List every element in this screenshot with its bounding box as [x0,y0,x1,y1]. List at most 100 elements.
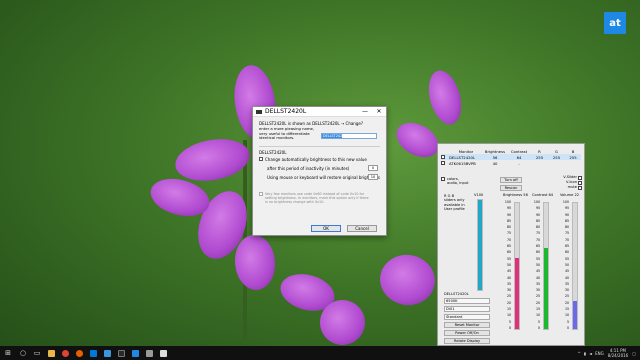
table-header: Monitor Brightness Contrast R G B [441,148,581,154]
task-view-icon[interactable]: ▭ [30,346,44,360]
brightness-slider-fill [515,258,519,329]
colors-checkbox[interactable] [441,177,445,181]
monitor-table: Monitor Brightness Contrast R G B DELLST… [441,148,581,166]
col-g: G [555,148,558,154]
rotate-display-button[interactable]: Rotate Display [444,338,490,344]
row-contrast: - [518,160,520,166]
search-icon[interactable]: ○ [16,346,30,360]
row-b: 255 [569,154,577,160]
rescan-button[interactable]: Rescan [500,185,522,191]
code-0x60-row: Very few monitors use code 0x60 instead … [259,191,380,205]
col-monitor: Monitor [458,148,474,154]
row-brightness: 56 [492,154,498,160]
wallpaper-petal [423,67,467,128]
volume-icon[interactable]: ◄ [589,351,592,356]
addictivetips-logo: at [604,12,626,34]
close-button[interactable]: ✕ [372,108,386,115]
tick-label: 0 [537,325,540,330]
row-monitor: DELLST2420L [449,154,476,160]
tray-chevron-icon[interactable]: ^ [577,351,580,356]
chrome-icon[interactable] [58,346,72,360]
network-icon[interactable]: ▮ [584,351,586,356]
audio-volume-slider[interactable] [572,202,578,330]
rgb-note: R G B sliders only available in User pro… [444,194,465,212]
table-row[interactable]: ATK0615BVPB 40 - [441,160,581,166]
media-icon[interactable] [114,346,128,360]
mode-select[interactable]: Standard [444,314,490,320]
volume-slider-fill [478,200,482,290]
auto-brightness-checkbox[interactable] [259,157,263,162]
cancel-button[interactable]: Cancel [347,225,377,232]
notifications-icon[interactable]: ▢ [632,351,636,356]
language-indicator[interactable]: ENG [595,351,604,356]
edge-icon[interactable] [128,346,142,360]
volume-label: V100 [474,193,484,197]
power-button[interactable]: Power Off/On [444,330,490,336]
volume-slider[interactable] [477,199,483,291]
inactivity-minutes[interactable]: 10 [368,174,378,180]
table-row[interactable]: DELLST2420L 56 64 255 255 255 [441,154,581,160]
v-icon-checkbox[interactable] [578,181,582,185]
v-slider-label: V-Slider [563,175,577,179]
device-label: DELLST2420L [444,292,469,296]
col-b: B [571,148,575,154]
minimize-button[interactable]: — [358,108,372,115]
contrast-slider[interactable] [543,202,549,330]
system-tray: ^ ▮ ◄ ENG 4:11 PM 8/24/2016 ▢ [577,346,636,360]
monitor-control-panel: Monitor Brightness Contrast R G B DELLST… [437,143,585,346]
auto-brightness-value[interactable]: 0 [368,165,378,171]
row-r: 255 [535,154,544,160]
change-link[interactable]: Change? [346,121,363,126]
auto-brightness-row: Change automatically brightness to this … [259,157,380,162]
code-0x60-checkbox[interactable] [259,191,263,196]
input-select[interactable]: DVI1 [444,306,490,312]
store-icon[interactable] [86,346,100,360]
clock-date: 8/24/2016 [607,353,629,358]
clock[interactable]: 4:11 PM 8/24/2016 [608,348,629,358]
monitor-icon [256,109,262,114]
wallpaper-petal [172,133,253,187]
contrast-ticks: 100 95 90 85 80 75 70 65 60 55 50 45 40 35 30 25 20 15 10 5… [531,199,540,331]
wallpaper-petal [320,300,365,345]
turn-off-button[interactable]: Turn off [500,177,522,183]
monitor-name-value: DELLST2420L [322,134,347,138]
code-0x60-note: Very few monitors use code 0x60 instead … [265,191,369,205]
tick-label: 0 [508,325,511,330]
audio-volume-slider-fill [573,301,577,329]
ok-button[interactable]: OK [311,225,341,232]
mute-checkbox[interactable] [578,186,582,190]
contrast-slider-fill [544,248,548,329]
reset-monitor-button[interactable]: Reset Monitor [444,322,490,328]
brightness-slider[interactable] [514,202,520,330]
monitor-name-input[interactable]: DELLST2420L [321,133,377,139]
contrast-slider-label: Contrast 64 [532,193,554,197]
brightness-slider-label: Brightness 56 [503,193,528,197]
volume-slider-label: Volume 22 [560,193,580,197]
current-name: DELLST2420L [312,121,340,126]
taskbar: ⊞ ○ ▭ ^ ▮ ◄ ENG 4:11 PM 8/24/2016 ▢ [0,346,640,360]
firefox-icon[interactable] [72,346,86,360]
monitor-app-icon[interactable] [156,346,170,360]
col-contrast: Contrast [510,148,528,154]
brightness-ticks: 100 95 90 85 80 75 70 65 60 55 50 45 40 35 30 25 20 15 10 5… [502,199,511,331]
row-checkbox[interactable] [441,160,445,165]
volume-ticks: 100 95 90 85 80 75 70 65 60 55 50 45 40 35 30 25 20 15 10 5… [560,199,569,331]
color-temp-select[interactable]: 6500K [444,298,490,304]
app-icon[interactable] [142,346,156,360]
col-r: R [538,148,541,154]
start-button[interactable]: ⊞ [0,346,16,360]
restore-note: Using mouse or keyboard will restore ori… [267,174,380,180]
file-explorer-icon[interactable] [44,346,58,360]
v-icon-label: V-Icon [565,180,577,184]
row-checkbox[interactable] [441,154,445,159]
divider [259,145,380,147]
photos-icon[interactable] [100,346,114,360]
v-slider-checkbox[interactable] [578,176,582,180]
rename-monitor-dialog: DELLST2420L — ✕ DELLST2420L is shown as … [252,106,387,236]
inactivity-label: after this period of inactivity (in minu… [267,165,350,171]
colors-label: colors, audio, input [447,177,469,186]
dialog-title: DELLST2420L [265,108,307,115]
colors-option: colors, audio, input [441,177,471,186]
row-monitor: ATK0615BVPB [449,160,476,166]
wallpaper-petal [232,233,278,292]
